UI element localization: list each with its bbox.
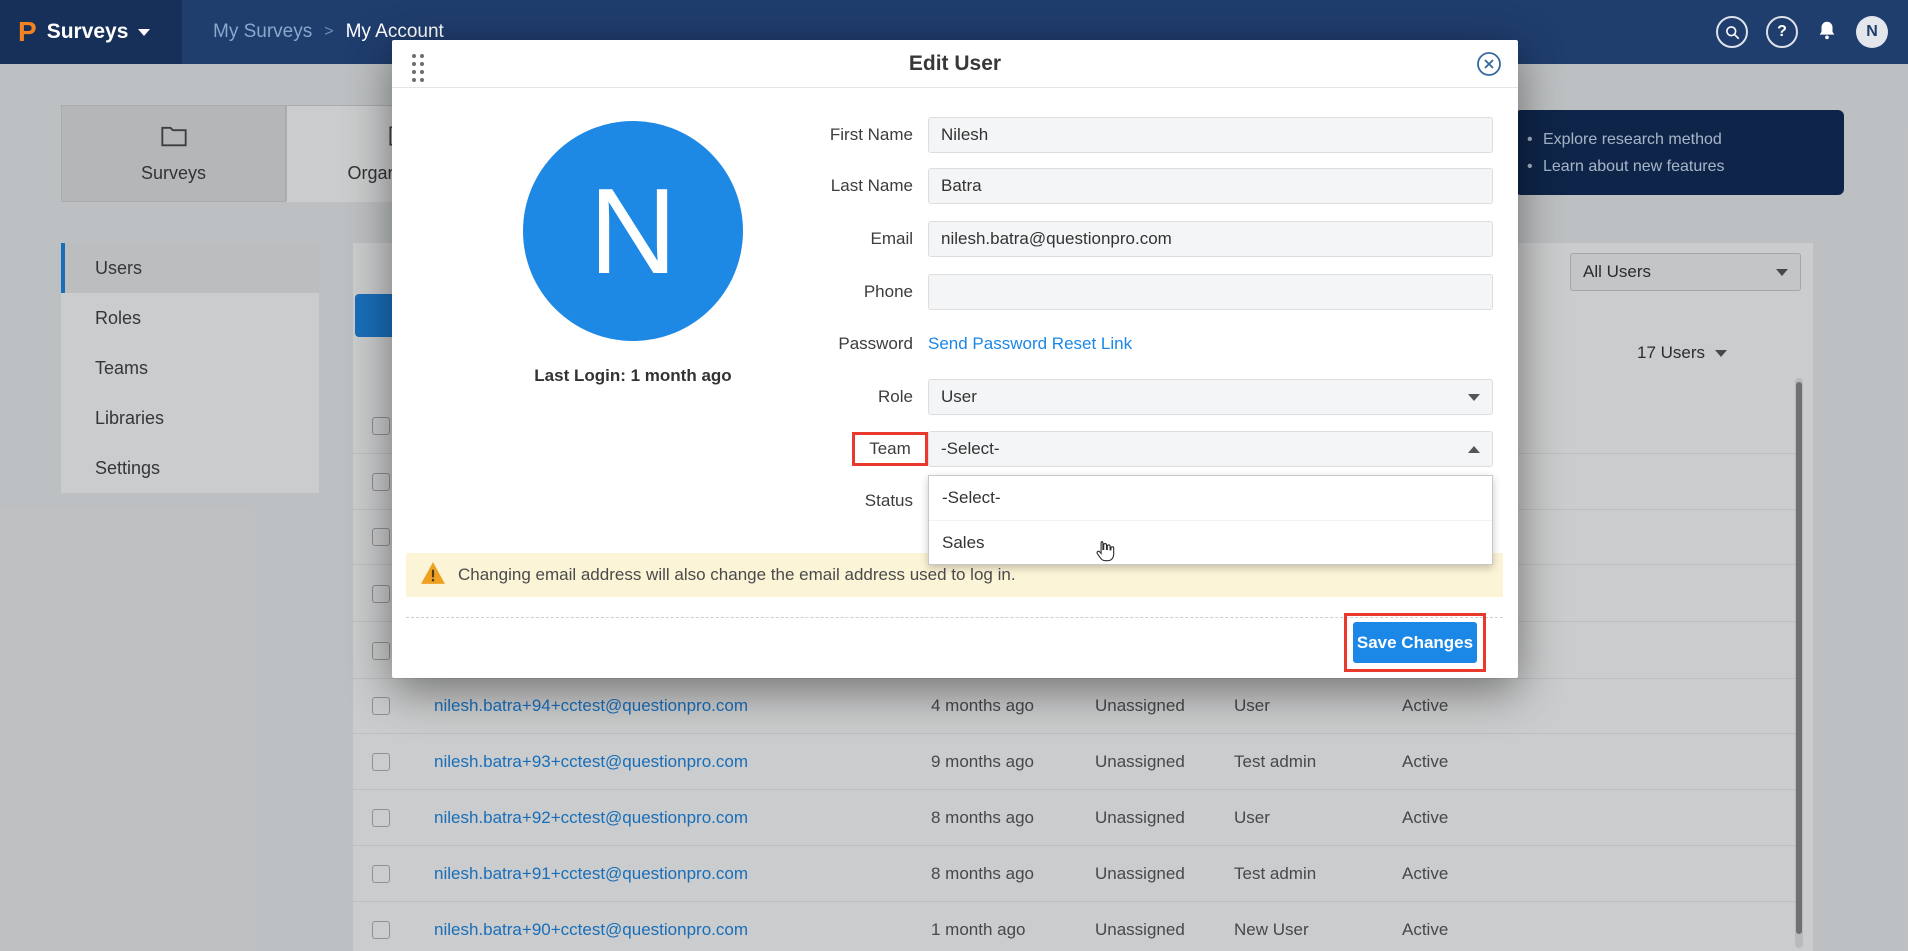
first-name-field[interactable]	[928, 117, 1493, 153]
email-field[interactable]	[928, 221, 1493, 257]
team-select-value: -Select-	[941, 439, 1000, 459]
team-label: Team	[869, 439, 911, 459]
modal-header: Edit User	[392, 40, 1518, 88]
team-option-select[interactable]: -Select-	[929, 476, 1492, 520]
breadcrumb-my-surveys[interactable]: My Surveys	[213, 21, 312, 43]
first-name-label: First Name	[692, 117, 913, 153]
role-label: Role	[692, 379, 913, 415]
status-label: Status	[692, 483, 913, 519]
team-label-annotation: Team	[852, 432, 928, 466]
email-label: Email	[692, 221, 913, 257]
team-dropdown-panel: -Select- Sales	[928, 475, 1493, 565]
save-button-annotation: Save Changes	[1344, 613, 1486, 672]
chevron-down-icon	[138, 29, 150, 36]
product-switcher[interactable]: P Surveys	[0, 0, 182, 64]
navbar-actions: ? N	[1716, 0, 1908, 64]
modal-title: Edit User	[392, 40, 1518, 88]
warning-text: Changing email address will also change …	[458, 565, 1016, 585]
save-changes-button[interactable]: Save Changes	[1353, 622, 1477, 663]
chevron-up-icon	[1468, 446, 1480, 453]
role-select-value: User	[941, 387, 977, 407]
screen: P Surveys My Surveys > My Account ? N Su…	[0, 0, 1908, 951]
brand-label: Surveys	[47, 20, 129, 44]
chevron-down-icon	[1468, 394, 1480, 401]
notifications-bell-icon[interactable]	[1816, 19, 1838, 46]
role-select[interactable]: User	[928, 379, 1493, 415]
questionpro-logo-icon: P	[18, 18, 37, 46]
team-option-sales[interactable]: Sales	[929, 520, 1492, 564]
phone-label: Phone	[692, 274, 913, 310]
last-name-label: Last Name	[692, 168, 913, 204]
team-select[interactable]: -Select-	[928, 431, 1493, 467]
edit-user-modal: Edit User N Last Login: 1 month ago Firs…	[392, 40, 1518, 678]
warning-icon	[420, 561, 446, 590]
footer-divider	[406, 617, 1503, 618]
password-label: Password	[692, 326, 913, 362]
search-icon[interactable]	[1716, 16, 1748, 48]
send-password-reset-link[interactable]: Send Password Reset Link	[928, 326, 1132, 362]
close-icon[interactable]	[1476, 51, 1502, 82]
breadcrumb-separator: >	[324, 23, 333, 41]
user-avatar[interactable]: N	[1856, 16, 1888, 48]
help-icon[interactable]: ?	[1766, 16, 1798, 48]
last-name-field[interactable]	[928, 168, 1493, 204]
phone-field[interactable]	[928, 274, 1493, 310]
